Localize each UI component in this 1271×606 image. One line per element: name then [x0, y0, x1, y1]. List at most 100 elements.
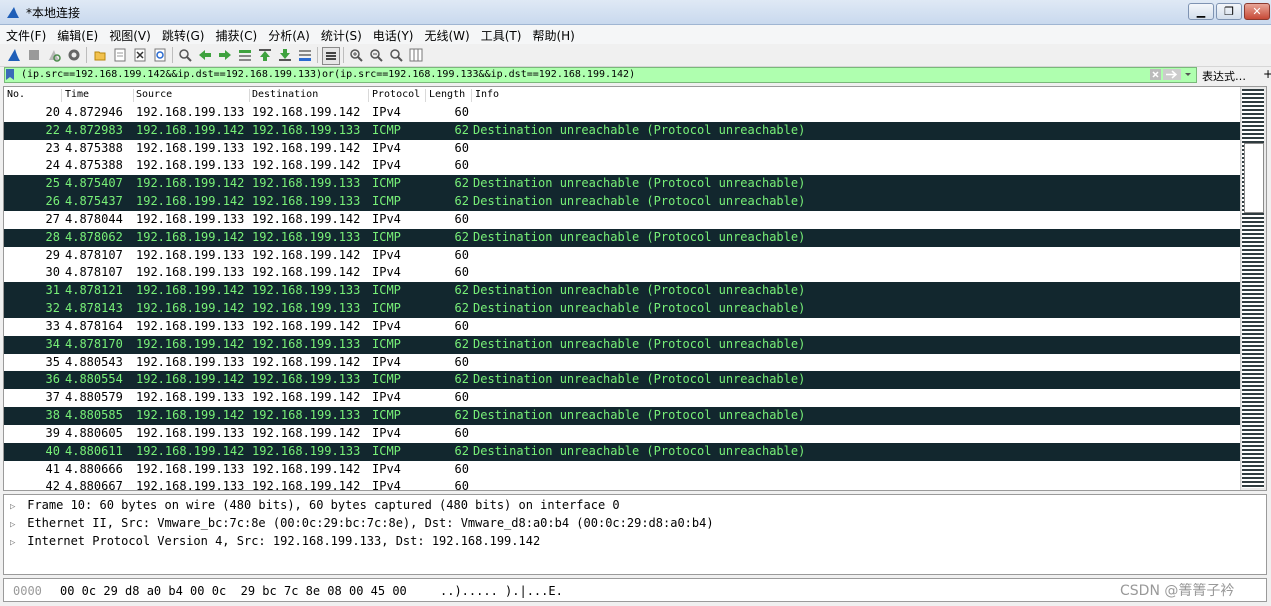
packet-row[interactable]: 22 4.872983 192.168.199.142 192.168.199.133… — [4, 121, 1240, 140]
save-file-icon[interactable] — [112, 47, 128, 63]
stop-capture-icon[interactable] — [26, 47, 42, 63]
menu-capture[interactable]: 捕获(C) — [209, 25, 262, 44]
find-packet-icon[interactable] — [177, 47, 193, 63]
menu-telephony[interactable]: 电话(Y) — [367, 25, 419, 44]
cell-proto: IPv4 — [372, 211, 401, 226]
add-filter-button[interactable]: + — [1263, 67, 1271, 81]
packet-row[interactable]: 20 4.872946 192.168.199.133 192.168.199.142… — [4, 104, 1240, 122]
bookmark-icon[interactable] — [6, 69, 14, 80]
cell-proto: ICMP — [372, 176, 401, 191]
packet-row[interactable]: 35 4.880543 192.168.199.133 192.168.199.142… — [4, 353, 1240, 372]
go-to-packet-icon[interactable] — [237, 47, 253, 63]
display-filter-input[interactable]: (ip.src==192.168.199.142&&ip.dst==192.16… — [4, 67, 1197, 83]
open-file-icon[interactable] — [92, 47, 108, 63]
detail-ethernet[interactable]: ▷ Ethernet II, Src: Vmware_bc:7c:8e (00:… — [10, 516, 714, 530]
column-header-no[interactable]: No. — [7, 89, 25, 100]
packet-row[interactable]: 33 4.878164 192.168.199.133 192.168.199.142… — [4, 317, 1240, 336]
zoom-out-icon[interactable] — [368, 47, 384, 63]
packet-list-header: No. Time Source Destination Protocol Len… — [4, 87, 1240, 105]
go-back-icon[interactable] — [197, 47, 213, 63]
packet-row[interactable]: 24 4.875388 192.168.199.133 192.168.199.142… — [4, 157, 1240, 176]
close-button[interactable]: ✕ — [1244, 3, 1270, 20]
packet-row[interactable]: 28 4.878062 192.168.199.142 192.168.199.133… — [4, 228, 1240, 247]
column-header-length[interactable]: Length — [429, 89, 465, 100]
detail-frame[interactable]: ▷ Frame 10: 60 bytes on wire (480 bits),… — [10, 498, 620, 512]
go-forward-icon[interactable] — [217, 47, 233, 63]
minimize-button[interactable]: ▁ — [1188, 3, 1214, 20]
cell-proto: ICMP — [372, 443, 401, 458]
packet-rows: 20 4.872946 192.168.199.133 192.168.199.142… — [4, 104, 1240, 490]
cell-proto: ICMP — [372, 372, 401, 387]
reload-file-icon[interactable] — [152, 47, 168, 63]
apply-filter-icon[interactable] — [1163, 69, 1181, 80]
expand-triangle-icon[interactable]: ▷ — [10, 520, 20, 530]
expression-button[interactable]: 表达式… — [1202, 68, 1246, 84]
packet-row[interactable]: 29 4.878107 192.168.199.133 192.168.199.142… — [4, 246, 1240, 265]
cell-no: 24 — [45, 158, 60, 173]
capture-options-icon[interactable] — [66, 47, 82, 63]
scrollbar-thumb[interactable] — [1244, 143, 1264, 213]
start-capture-icon[interactable] — [6, 47, 22, 63]
packet-row[interactable]: 34 4.878170 192.168.199.142 192.168.199.133… — [4, 335, 1240, 354]
packet-row[interactable]: 25 4.875407 192.168.199.142 192.168.199.133… — [4, 175, 1240, 194]
zoom-reset-icon[interactable] — [388, 47, 404, 63]
menu-file[interactable]: 文件(F) — [0, 25, 51, 44]
column-header-time[interactable]: Time — [65, 89, 89, 100]
packet-row[interactable]: 40 4.880611 192.168.199.142 192.168.199.133… — [4, 442, 1240, 461]
packet-row[interactable]: 30 4.878107 192.168.199.133 192.168.199.142… — [4, 264, 1240, 283]
colorize-icon[interactable] — [322, 47, 340, 65]
cell-no: 39 — [45, 425, 60, 440]
clear-filter-icon[interactable] — [1150, 69, 1161, 80]
menu-edit[interactable]: 编辑(E) — [51, 25, 103, 44]
cell-no: 38 — [45, 408, 60, 423]
column-header-source[interactable]: Source — [136, 89, 172, 100]
packet-row[interactable]: 37 4.880579 192.168.199.133 192.168.199.142… — [4, 389, 1240, 408]
close-file-icon[interactable] — [132, 47, 148, 63]
cell-src: 192.168.199.142 — [136, 336, 245, 351]
cell-time: 4.880585 — [65, 408, 123, 423]
menu-view[interactable]: 视图(V) — [103, 25, 156, 44]
packet-row[interactable]: 38 4.880585 192.168.199.142 192.168.199.133… — [4, 407, 1240, 425]
cell-time: 4.875437 — [65, 194, 123, 209]
menu-tools[interactable]: 工具(T) — [475, 25, 527, 44]
menu-help[interactable]: 帮助(H) — [526, 25, 579, 44]
column-header-protocol[interactable]: Protocol — [372, 89, 420, 100]
detail-ipv4[interactable]: ▷ Internet Protocol Version 4, Src: 192.… — [10, 534, 540, 548]
cell-src: 192.168.199.142 — [136, 301, 245, 316]
expand-triangle-icon[interactable]: ▷ — [10, 538, 20, 548]
cell-time: 4.878143 — [65, 301, 123, 316]
column-header-destination[interactable]: Destination — [252, 89, 318, 100]
cell-time: 4.880666 — [65, 461, 123, 476]
auto-scroll-icon[interactable] — [297, 47, 313, 63]
menu-analyze[interactable]: 分析(A) — [262, 25, 315, 44]
expand-triangle-icon[interactable]: ▷ — [10, 502, 20, 512]
cell-src: 192.168.199.142 — [136, 122, 245, 137]
menu-statistics[interactable]: 统计(S) — [315, 25, 367, 44]
cell-time: 4.875388 — [65, 158, 123, 173]
chevron-down-icon[interactable] — [1183, 69, 1193, 80]
menu-wireless[interactable]: 无线(W) — [419, 25, 475, 44]
bytes-ascii[interactable]: ..)..... ).|...E. — [440, 584, 563, 598]
packet-row[interactable]: 27 4.878044 192.168.199.133 192.168.199.142… — [4, 210, 1240, 229]
cell-dst: 192.168.199.142 — [252, 425, 361, 440]
bytes-hex[interactable]: 00 0c 29 d8 a0 b4 00 0c 29 bc 7c 8e 08 0… — [60, 584, 407, 598]
cell-proto: IPv4 — [372, 354, 401, 369]
packet-row[interactable]: 42 4.880667 192.168.199.133 192.168.199.142… — [4, 478, 1240, 490]
packet-row[interactable]: 41 4.880666 192.168.199.133 192.168.199.142… — [4, 460, 1240, 479]
column-header-info[interactable]: Info — [475, 89, 499, 100]
packet-row[interactable]: 31 4.878121 192.168.199.142 192.168.199.133… — [4, 282, 1240, 301]
packet-row[interactable]: 32 4.878143 192.168.199.142 192.168.199.133… — [4, 300, 1240, 318]
cell-len: 62 — [454, 408, 469, 423]
menu-go[interactable]: 跳转(G) — [156, 25, 210, 44]
go-last-packet-icon[interactable] — [277, 47, 293, 63]
zoom-in-icon[interactable] — [348, 47, 364, 63]
packet-row[interactable]: 26 4.875437 192.168.199.142 192.168.199.133… — [4, 193, 1240, 211]
packet-row[interactable]: 23 4.875388 192.168.199.133 192.168.199.142… — [4, 139, 1240, 158]
restart-capture-icon[interactable] — [46, 47, 62, 63]
resize-columns-icon[interactable] — [408, 47, 424, 63]
maximize-button[interactable]: ❐ — [1216, 3, 1242, 20]
packet-row[interactable]: 39 4.880605 192.168.199.133 192.168.199.142… — [4, 424, 1240, 443]
go-first-packet-icon[interactable] — [257, 47, 273, 63]
packet-row[interactable]: 36 4.880554 192.168.199.142 192.168.199.133… — [4, 371, 1240, 390]
cell-dst: 192.168.199.133 — [252, 408, 361, 423]
